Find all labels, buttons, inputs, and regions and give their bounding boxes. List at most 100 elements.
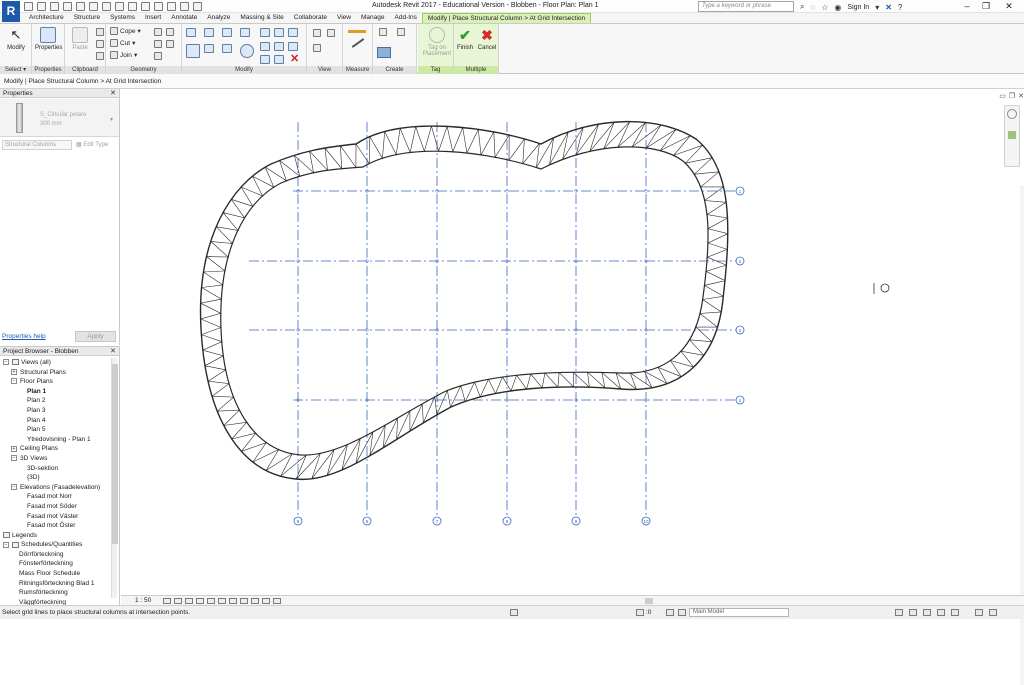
dimension-aligned-icon[interactable] <box>351 38 365 48</box>
sync-icon[interactable] <box>50 2 59 11</box>
tree-item[interactable]: Mass Floor Schedule <box>0 569 110 579</box>
finish-button[interactable]: ✔ Finish <box>454 27 476 51</box>
exchange-apps-icon[interactable]: ✕ <box>885 3 892 12</box>
tab-manage[interactable]: Manage <box>356 13 390 23</box>
filter-icon[interactable] <box>989 609 997 616</box>
restore-button[interactable]: ❐ <box>979 1 993 12</box>
edit-type-button[interactable]: ▦ Edit Type <box>76 140 108 150</box>
tree-item[interactable]: Fasad mot Söder <box>0 502 110 512</box>
measure-between-icon[interactable] <box>348 30 366 33</box>
lock-icon[interactable] <box>288 42 298 51</box>
sign-in-dropdown-icon[interactable]: ▾ <box>875 3 879 12</box>
revit-logo-icon[interactable]: R <box>2 1 20 22</box>
tree-item[interactable]: Fönsterförteckning <box>0 559 110 569</box>
array-icon[interactable] <box>274 28 284 37</box>
move-icon[interactable] <box>186 44 200 58</box>
split-icon[interactable] <box>260 28 270 37</box>
tree-item[interactable]: {3D} <box>0 473 110 483</box>
tree-item[interactable]: − Floor Plans <box>0 377 110 387</box>
join-button[interactable]: Join ▾ <box>110 51 137 59</box>
cope-button[interactable]: Cope ▾ <box>110 27 141 35</box>
switch-windows-icon[interactable] <box>193 2 202 11</box>
zoom-icon[interactable] <box>1008 131 1016 139</box>
dimension-icon[interactable] <box>115 2 124 11</box>
mirror-pick-icon[interactable] <box>222 28 232 37</box>
instance-filter-dropdown[interactable]: Structural Columns <box>2 140 72 150</box>
cut-geometry-button[interactable]: Cut ▾ <box>110 39 135 47</box>
tab-annotate[interactable]: Annotate <box>166 13 202 23</box>
lock-3d-icon[interactable] <box>251 598 259 604</box>
restore-view-icon[interactable]: ❐ <box>1009 92 1015 100</box>
tab-view[interactable]: View <box>332 13 356 23</box>
close-icon[interactable]: ✕ <box>110 347 116 356</box>
editable-only-icon[interactable] <box>678 609 686 616</box>
user-icon[interactable]: ◉ <box>834 3 841 12</box>
select-underlay-icon[interactable] <box>909 609 917 616</box>
select-by-face-icon[interactable] <box>937 609 945 616</box>
create-group-icon[interactable] <box>397 28 405 36</box>
mirror-draw-icon[interactable] <box>240 28 250 37</box>
tree-item[interactable]: − Schedules/Quantities <box>0 540 110 550</box>
subscription-icon[interactable]: ◌ <box>810 3 815 12</box>
sign-in-link[interactable]: Sign In <box>847 4 869 11</box>
properties-button[interactable]: Properties <box>35 27 62 51</box>
select-links-icon[interactable] <box>895 609 903 616</box>
scale-icon[interactable] <box>288 28 298 37</box>
print-icon[interactable] <box>89 2 98 11</box>
match-icon[interactable] <box>260 55 270 64</box>
modify-button[interactable]: ↖ Modify <box>3 27 29 51</box>
tab-architecture[interactable]: Architecture <box>24 13 69 23</box>
unjoin-icon[interactable] <box>154 52 162 60</box>
visual-style-icon[interactable] <box>174 598 182 604</box>
tab-modify-place-structural-column-at-grid-intersection[interactable]: Modify | Place Structural Column > At Gr… <box>421 13 592 23</box>
type-selector[interactable]: S_Cirkulär pelare 300 mm ▾ <box>0 99 119 137</box>
floor-plan-drawing[interactable]: 8 6 7 9 9 101234 <box>121 89 1024 595</box>
close-view-icon[interactable]: ✕ <box>1018 92 1024 100</box>
tree-item[interactable]: + Ceiling Plans <box>0 444 110 454</box>
tree-item[interactable]: − Elevations (Fasadelevation) <box>0 483 110 493</box>
tag-on-placement-button[interactable]: Tag on Placement <box>421 27 453 57</box>
create-similar-icon[interactable] <box>274 55 284 64</box>
redo-icon[interactable] <box>76 2 85 11</box>
unpin-icon[interactable] <box>274 42 284 51</box>
reveal-hidden-icon[interactable] <box>240 598 248 604</box>
model-selector[interactable]: Main Model <box>689 608 789 617</box>
tab-add-ins[interactable]: Add-Ins <box>390 13 422 23</box>
tree-item[interactable]: Dörrförteckning <box>0 550 110 560</box>
shadows-icon[interactable] <box>196 598 204 604</box>
tab-insert[interactable]: Insert <box>140 13 166 23</box>
copy-icon[interactable] <box>96 40 104 48</box>
analytical-model-icon[interactable] <box>262 598 270 604</box>
cancel-button[interactable]: ✖ Cancel <box>476 27 498 51</box>
collapse-icon[interactable]: − <box>11 378 17 385</box>
scrollbar-thumb[interactable] <box>645 598 653 604</box>
minimize-view-icon[interactable]: ▭ <box>999 92 1006 100</box>
pin-icon[interactable] <box>260 42 270 51</box>
tree-item[interactable]: −3D Views <box>0 454 110 464</box>
match-properties-icon[interactable] <box>96 52 104 60</box>
section-icon[interactable] <box>154 2 163 11</box>
rotate-icon[interactable] <box>240 44 254 58</box>
trim-icon[interactable] <box>222 44 232 53</box>
steering-wheel-icon[interactable] <box>1007 109 1017 119</box>
minimize-button[interactable]: – <box>960 1 974 11</box>
grid-label[interactable]: 10 <box>643 519 649 524</box>
override-graphics-icon[interactable] <box>313 29 321 37</box>
tree-item[interactable]: Plan 2 <box>0 396 110 406</box>
save-icon[interactable] <box>37 2 46 11</box>
demolish-icon[interactable] <box>166 40 174 48</box>
chevron-down-icon[interactable]: ▾ <box>110 116 113 123</box>
undo-icon[interactable] <box>63 2 72 11</box>
sun-path-icon[interactable] <box>185 598 193 604</box>
tree-item[interactable]: Rumsförteckning <box>0 588 110 598</box>
expand-icon[interactable]: + <box>11 445 17 452</box>
text-icon[interactable] <box>128 2 137 11</box>
tab-systems[interactable]: Systems <box>105 13 140 23</box>
tree-item[interactable]: Plan 1 <box>0 387 110 397</box>
select-pinned-icon[interactable] <box>923 609 931 616</box>
filter-count-icon[interactable] <box>636 609 644 616</box>
temporary-hide-icon[interactable] <box>229 598 237 604</box>
tree-item[interactable]: Fasad mot Norr <box>0 492 110 502</box>
close-hidden-icon[interactable] <box>180 2 189 11</box>
tree-item[interactable]: − Views (all) <box>0 358 110 368</box>
